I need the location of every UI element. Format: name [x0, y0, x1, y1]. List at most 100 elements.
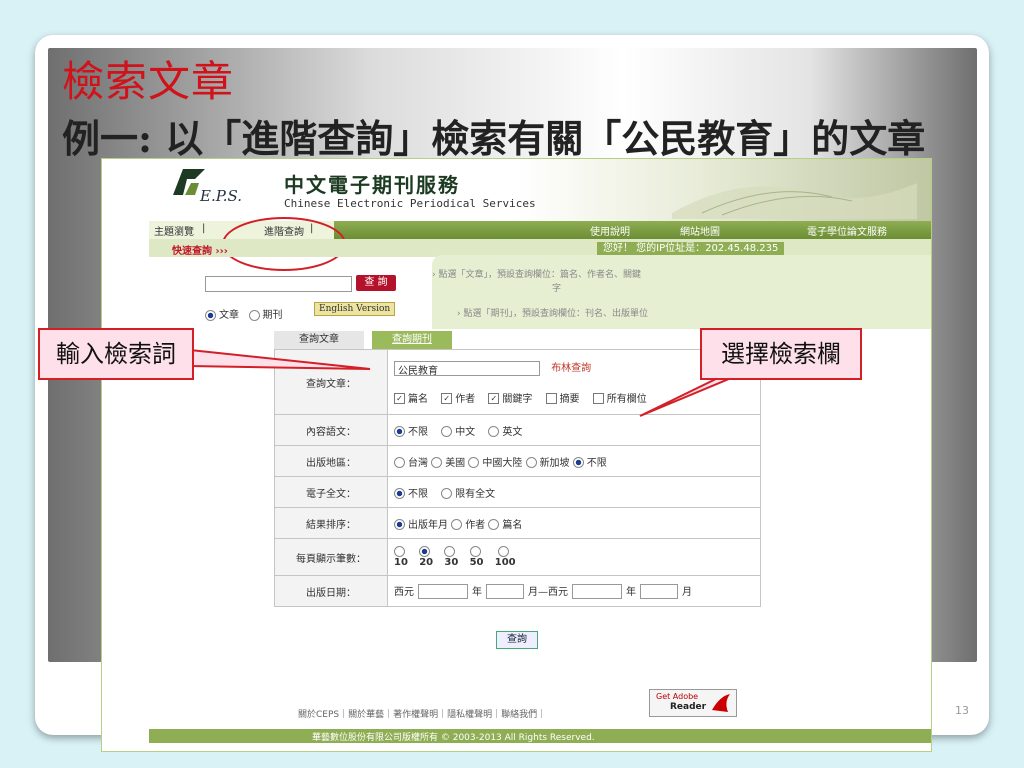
row-perpage: 每頁顯示筆數： 10 20 30 50 100	[274, 538, 761, 576]
date-range-label: 月—西元	[528, 586, 568, 598]
field-author-label: 作者	[455, 393, 476, 405]
radio-fulltext-any[interactable]	[394, 488, 405, 499]
radio-article[interactable]	[205, 309, 216, 321]
perpage-30-label: 30	[444, 557, 459, 569]
date-start-month-input[interactable]	[486, 584, 524, 600]
perpage-10-label: 10	[394, 557, 408, 569]
lang-chinese-label: 中文	[455, 426, 476, 438]
hint-article: › 點選「文章」，預設查詢欄位：篇名、作者名、關鍵	[432, 270, 641, 280]
submit-search-button[interactable]: 查詢	[496, 631, 538, 649]
radio-region-any[interactable]	[572, 457, 584, 468]
nav-help[interactable]: 使用說明	[590, 223, 630, 238]
site-title: 中文電子期刊服務	[284, 173, 460, 197]
date-end-year-input[interactable]	[572, 584, 622, 600]
callout-select-field: 選擇檢索欄	[700, 328, 862, 380]
sort-cell: 出版年月 作者 篇名	[387, 507, 761, 539]
fulltext-any-label: 不限	[408, 488, 428, 500]
nav-sitemap[interactable]: 網站地圖	[680, 223, 720, 238]
radio-perpage-10[interactable]	[394, 545, 405, 557]
checkbox-author[interactable]: ✓	[441, 393, 453, 405]
slide-title: 檢索文章	[62, 57, 235, 106]
sort-date-label: 出版年月	[408, 519, 448, 531]
radio-region-china[interactable]	[468, 457, 480, 468]
radio-journal-label: 期刊	[262, 310, 283, 321]
region-singapore-label: 新加坡	[539, 457, 570, 469]
radio-article-label: 文章	[219, 310, 239, 321]
query-input[interactable]: 公民教育	[394, 360, 540, 377]
quick-search-button[interactable]: 查 詢	[356, 275, 396, 291]
radio-region-singapore[interactable]	[525, 457, 537, 468]
radio-lang-any[interactable]	[394, 426, 405, 437]
logo-text: E.P.S.	[200, 187, 243, 205]
checkbox-all-fields[interactable]	[592, 393, 604, 405]
nav-thesis[interactable]: 電子學位論文服務	[807, 223, 887, 238]
checkbox-abstract[interactable]	[545, 393, 557, 405]
adobe-top-text: Get Adobe	[656, 692, 699, 701]
region-usa-label: 美國	[445, 457, 466, 469]
radio-region-taiwan[interactable]	[394, 457, 405, 468]
sort-title-label: 篇名	[502, 519, 523, 531]
row-region: 出版地區： 台灣 美國 中國大陸 新加坡 不限	[274, 445, 761, 477]
language-label: 內容語文：	[274, 414, 388, 446]
perpage-label: 每頁顯示筆數：	[274, 538, 388, 576]
field-title-label: 篇名	[408, 393, 428, 405]
date-year-label: 年	[472, 586, 482, 598]
row-language: 內容語文： 不限 中文 英文	[274, 414, 761, 446]
region-cell: 台灣 美國 中國大陸 新加坡 不限	[387, 445, 761, 477]
date-year-label-2: 年	[626, 586, 636, 598]
row-query: 查詢文章： 公民教育 布林查詢 ✓ 篇名 ✓ 作者 ✓ 關鍵字 摘要 所有欄位	[274, 349, 761, 415]
advanced-search-form: 查詢文章： 公民教育 布林查詢 ✓ 篇名 ✓ 作者 ✓ 關鍵字 摘要 所有欄位 內容語…	[274, 349, 761, 607]
ip-greeting: 您好！ 您的IP位址是：202.45.48.235	[597, 242, 785, 256]
radio-sort-date[interactable]	[394, 519, 405, 530]
radio-lang-english[interactable]	[488, 426, 500, 437]
quick-search-input[interactable]	[205, 276, 352, 292]
perpage-20-label: 20	[419, 557, 434, 569]
language-cell: 不限 中文 英文	[387, 414, 761, 446]
slide-subtitle: 例一: 以「進階查詢」檢索有關「公民教育」的文章	[62, 116, 926, 161]
radio-sort-title[interactable]	[488, 519, 500, 530]
boolean-search-link[interactable]: 布林查詢	[551, 363, 591, 374]
radio-perpage-100[interactable]	[498, 545, 510, 557]
row-date: 出版日期： 西元 年 月—西元 年 月	[274, 575, 761, 607]
quick-radio-group: 文章 期刊	[205, 306, 283, 321]
radio-fulltext-only[interactable]	[441, 488, 453, 499]
tab-journal[interactable]: 查詢期刊	[372, 331, 452, 349]
hint-journal: › 點選「期刊」，預設查詢欄位：刊名、出版單位	[457, 309, 648, 319]
date-label: 出版日期：	[274, 575, 388, 607]
nav-browse[interactable]: 主題瀏覽	[154, 223, 194, 238]
fulltext-only-label: 限有全文	[455, 488, 496, 500]
field-keyword-label: 關鍵字	[502, 393, 533, 405]
date-start-year-input[interactable]	[418, 584, 468, 600]
english-version-button[interactable]: English Version	[314, 302, 396, 316]
site-subtitle: Chinese Electronic Periodical Services	[284, 197, 536, 210]
checkbox-keyword[interactable]: ✓	[488, 393, 500, 405]
field-abstract-label: 摘要	[559, 393, 580, 405]
nav-separator: |	[202, 223, 206, 234]
query-label: 查詢文章：	[274, 349, 388, 415]
radio-region-usa[interactable]	[431, 457, 443, 468]
quick-search-title: 快速查詢 ›››	[172, 246, 228, 257]
radio-sort-author[interactable]	[451, 519, 463, 530]
screenshot-panel: E.P.S. 中文電子期刊服務 Chinese Electronic Perio…	[101, 158, 932, 752]
date-end-month-input[interactable]	[640, 584, 678, 600]
perpage-cell: 10 20 30 50 100	[387, 538, 761, 576]
tab-article[interactable]: 查詢文章	[274, 331, 364, 349]
hint-article-cont: 字	[552, 284, 562, 294]
lang-any-label: 不限	[408, 426, 428, 438]
adobe-reader-badge[interactable]: Get Adobe Reader	[649, 689, 737, 717]
radio-perpage-30[interactable]	[444, 545, 456, 557]
perpage-50-label: 50	[469, 557, 484, 569]
region-label: 出版地區：	[274, 445, 388, 477]
radio-journal[interactable]	[248, 309, 260, 321]
fulltext-cell: 不限 限有全文	[387, 476, 761, 508]
date-month-label: 月	[682, 586, 692, 598]
radio-perpage-20[interactable]	[419, 545, 431, 557]
field-all-label: 所有欄位	[606, 393, 647, 405]
radio-lang-chinese[interactable]	[441, 426, 453, 437]
footer-links[interactable]: 關於CEPS｜關於華藝｜著作權聲明｜隱私權聲明｜聯絡我們｜	[298, 707, 546, 720]
checkbox-title[interactable]: ✓	[394, 393, 405, 405]
row-sort: 結果排序： 出版年月 作者 篇名	[274, 507, 761, 539]
sort-label: 結果排序：	[274, 507, 388, 539]
radio-perpage-50[interactable]	[469, 545, 481, 557]
lang-english-label: 英文	[502, 426, 523, 438]
